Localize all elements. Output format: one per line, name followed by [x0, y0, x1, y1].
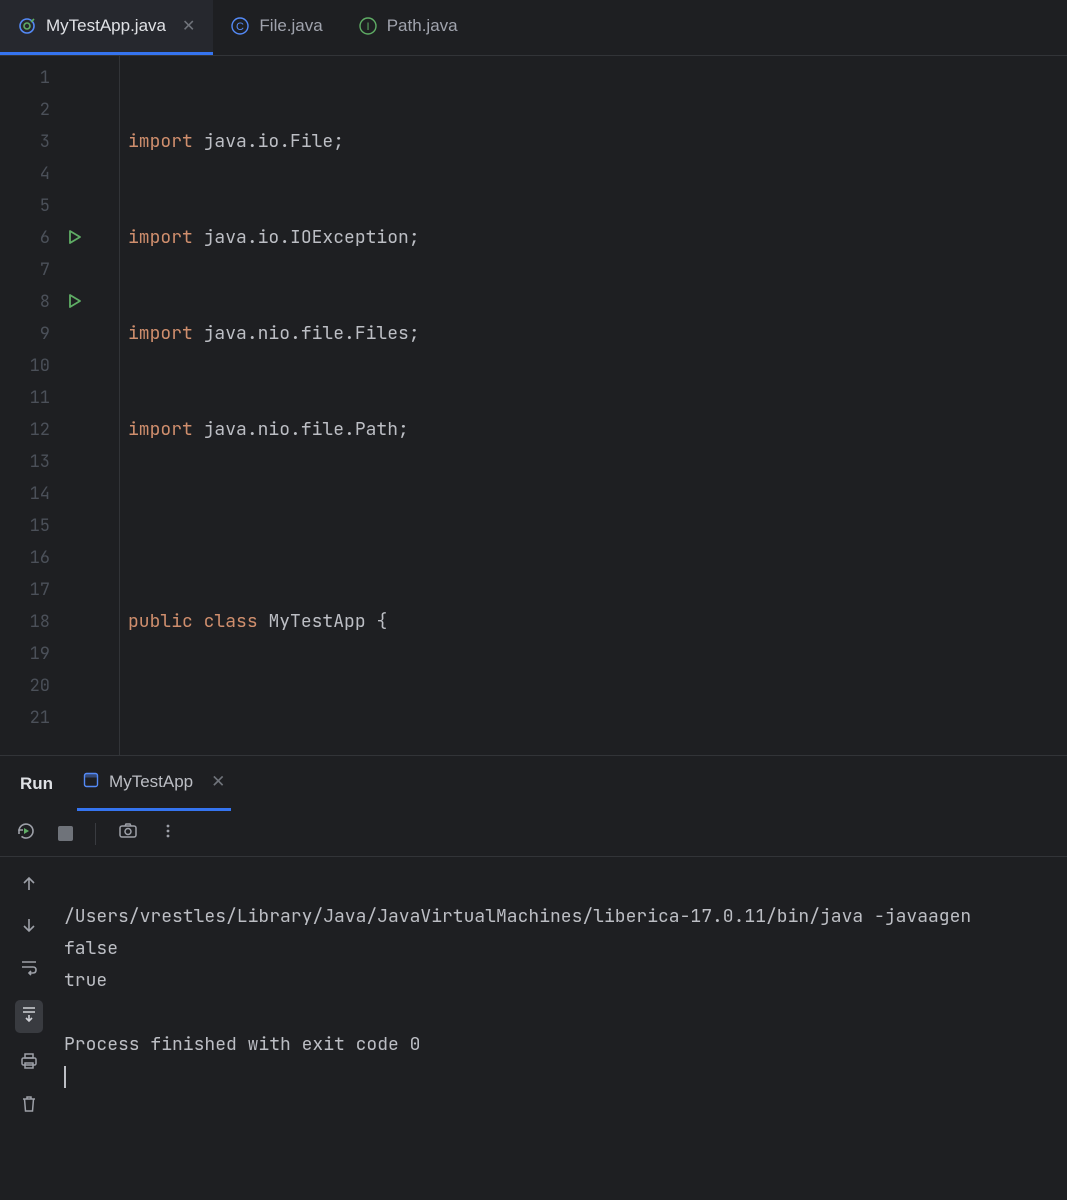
- code-area[interactable]: import java.io.File; import java.io.IOEx…: [120, 56, 1067, 755]
- console-line: Process finished with exit code 0: [64, 1033, 420, 1056]
- print-icon[interactable]: [19, 1051, 39, 1076]
- tab-label: MyTestApp.java: [46, 16, 166, 36]
- line-number: 20: [0, 675, 50, 697]
- line-number: 5: [0, 195, 50, 217]
- run-panel: Run MyTestApp ✕: [0, 755, 1067, 1200]
- line-number: 18: [0, 611, 50, 633]
- svg-text:I: I: [366, 21, 369, 33]
- line-number: 11: [0, 387, 50, 409]
- trash-icon[interactable]: [19, 1094, 39, 1119]
- tab-file[interactable]: C File.java: [213, 0, 340, 55]
- cursor: [64, 1066, 66, 1088]
- line-number: 13: [0, 451, 50, 473]
- soft-wrap-icon[interactable]: [19, 957, 39, 982]
- line-number: 4: [0, 163, 50, 185]
- line-number: 21: [0, 707, 50, 729]
- app-icon: [83, 772, 99, 793]
- editor: 1 2 3 4 5 6 7 8 9 10 11 12 13 14 15 16 1…: [0, 56, 1067, 755]
- tab-path[interactable]: I Path.java: [341, 0, 476, 55]
- run-body: /Users/vrestles/Library/Java/JavaVirtual…: [0, 857, 1067, 1200]
- line-number: 1: [0, 67, 50, 89]
- line-number: 19: [0, 643, 50, 665]
- interface-icon: I: [359, 17, 377, 35]
- line-number: 8: [0, 291, 50, 313]
- line-number: 7: [0, 259, 50, 281]
- line-number: 6: [0, 227, 50, 249]
- line-number: 17: [0, 579, 50, 601]
- close-icon[interactable]: ✕: [211, 772, 225, 792]
- separator: [95, 823, 96, 845]
- class-icon: C: [231, 17, 249, 35]
- more-icon[interactable]: [160, 823, 176, 844]
- line-number: 9: [0, 323, 50, 345]
- tab-label: File.java: [259, 16, 322, 36]
- svg-text:C: C: [236, 21, 244, 33]
- console-line: true: [64, 969, 107, 992]
- line-number: 3: [0, 131, 50, 153]
- line-number: 10: [0, 355, 50, 377]
- run-gutter-icon[interactable]: [68, 292, 82, 313]
- run-title: Run: [20, 774, 53, 794]
- line-number: 12: [0, 419, 50, 441]
- console-output[interactable]: /Users/vrestles/Library/Java/JavaVirtual…: [58, 857, 1067, 1200]
- arrow-up-icon[interactable]: [20, 875, 38, 898]
- line-number: 2: [0, 99, 50, 121]
- arrow-down-icon[interactable]: [20, 916, 38, 939]
- stop-icon[interactable]: [58, 826, 73, 841]
- run-config-name: MyTestApp: [109, 772, 193, 792]
- line-number: 16: [0, 547, 50, 569]
- close-icon[interactable]: ✕: [182, 16, 195, 36]
- line-number: 15: [0, 515, 50, 537]
- screenshot-icon[interactable]: [118, 821, 138, 846]
- run-header: Run MyTestApp ✕: [0, 756, 1067, 811]
- tab-label: Path.java: [387, 16, 458, 36]
- line-number: 14: [0, 483, 50, 505]
- gutter: 1 2 3 4 5 6 7 8 9 10 11 12 13 14 15 16 1…: [0, 56, 120, 755]
- run-sidebar: [0, 857, 58, 1200]
- console-line: /Users/vrestles/Library/Java/JavaVirtual…: [64, 905, 971, 928]
- run-toolbar: [0, 811, 1067, 857]
- run-config-tab[interactable]: MyTestApp ✕: [77, 756, 231, 811]
- rerun-icon[interactable]: [16, 821, 36, 846]
- run-gutter-icon[interactable]: [68, 228, 82, 249]
- editor-tabs: MyTestApp.java ✕ C File.java I Path.java: [0, 0, 1067, 56]
- tab-mytestapp[interactable]: MyTestApp.java ✕: [0, 0, 213, 55]
- console-line: false: [64, 937, 118, 960]
- target-icon: [18, 17, 36, 35]
- scroll-to-end-icon[interactable]: [15, 1000, 43, 1033]
